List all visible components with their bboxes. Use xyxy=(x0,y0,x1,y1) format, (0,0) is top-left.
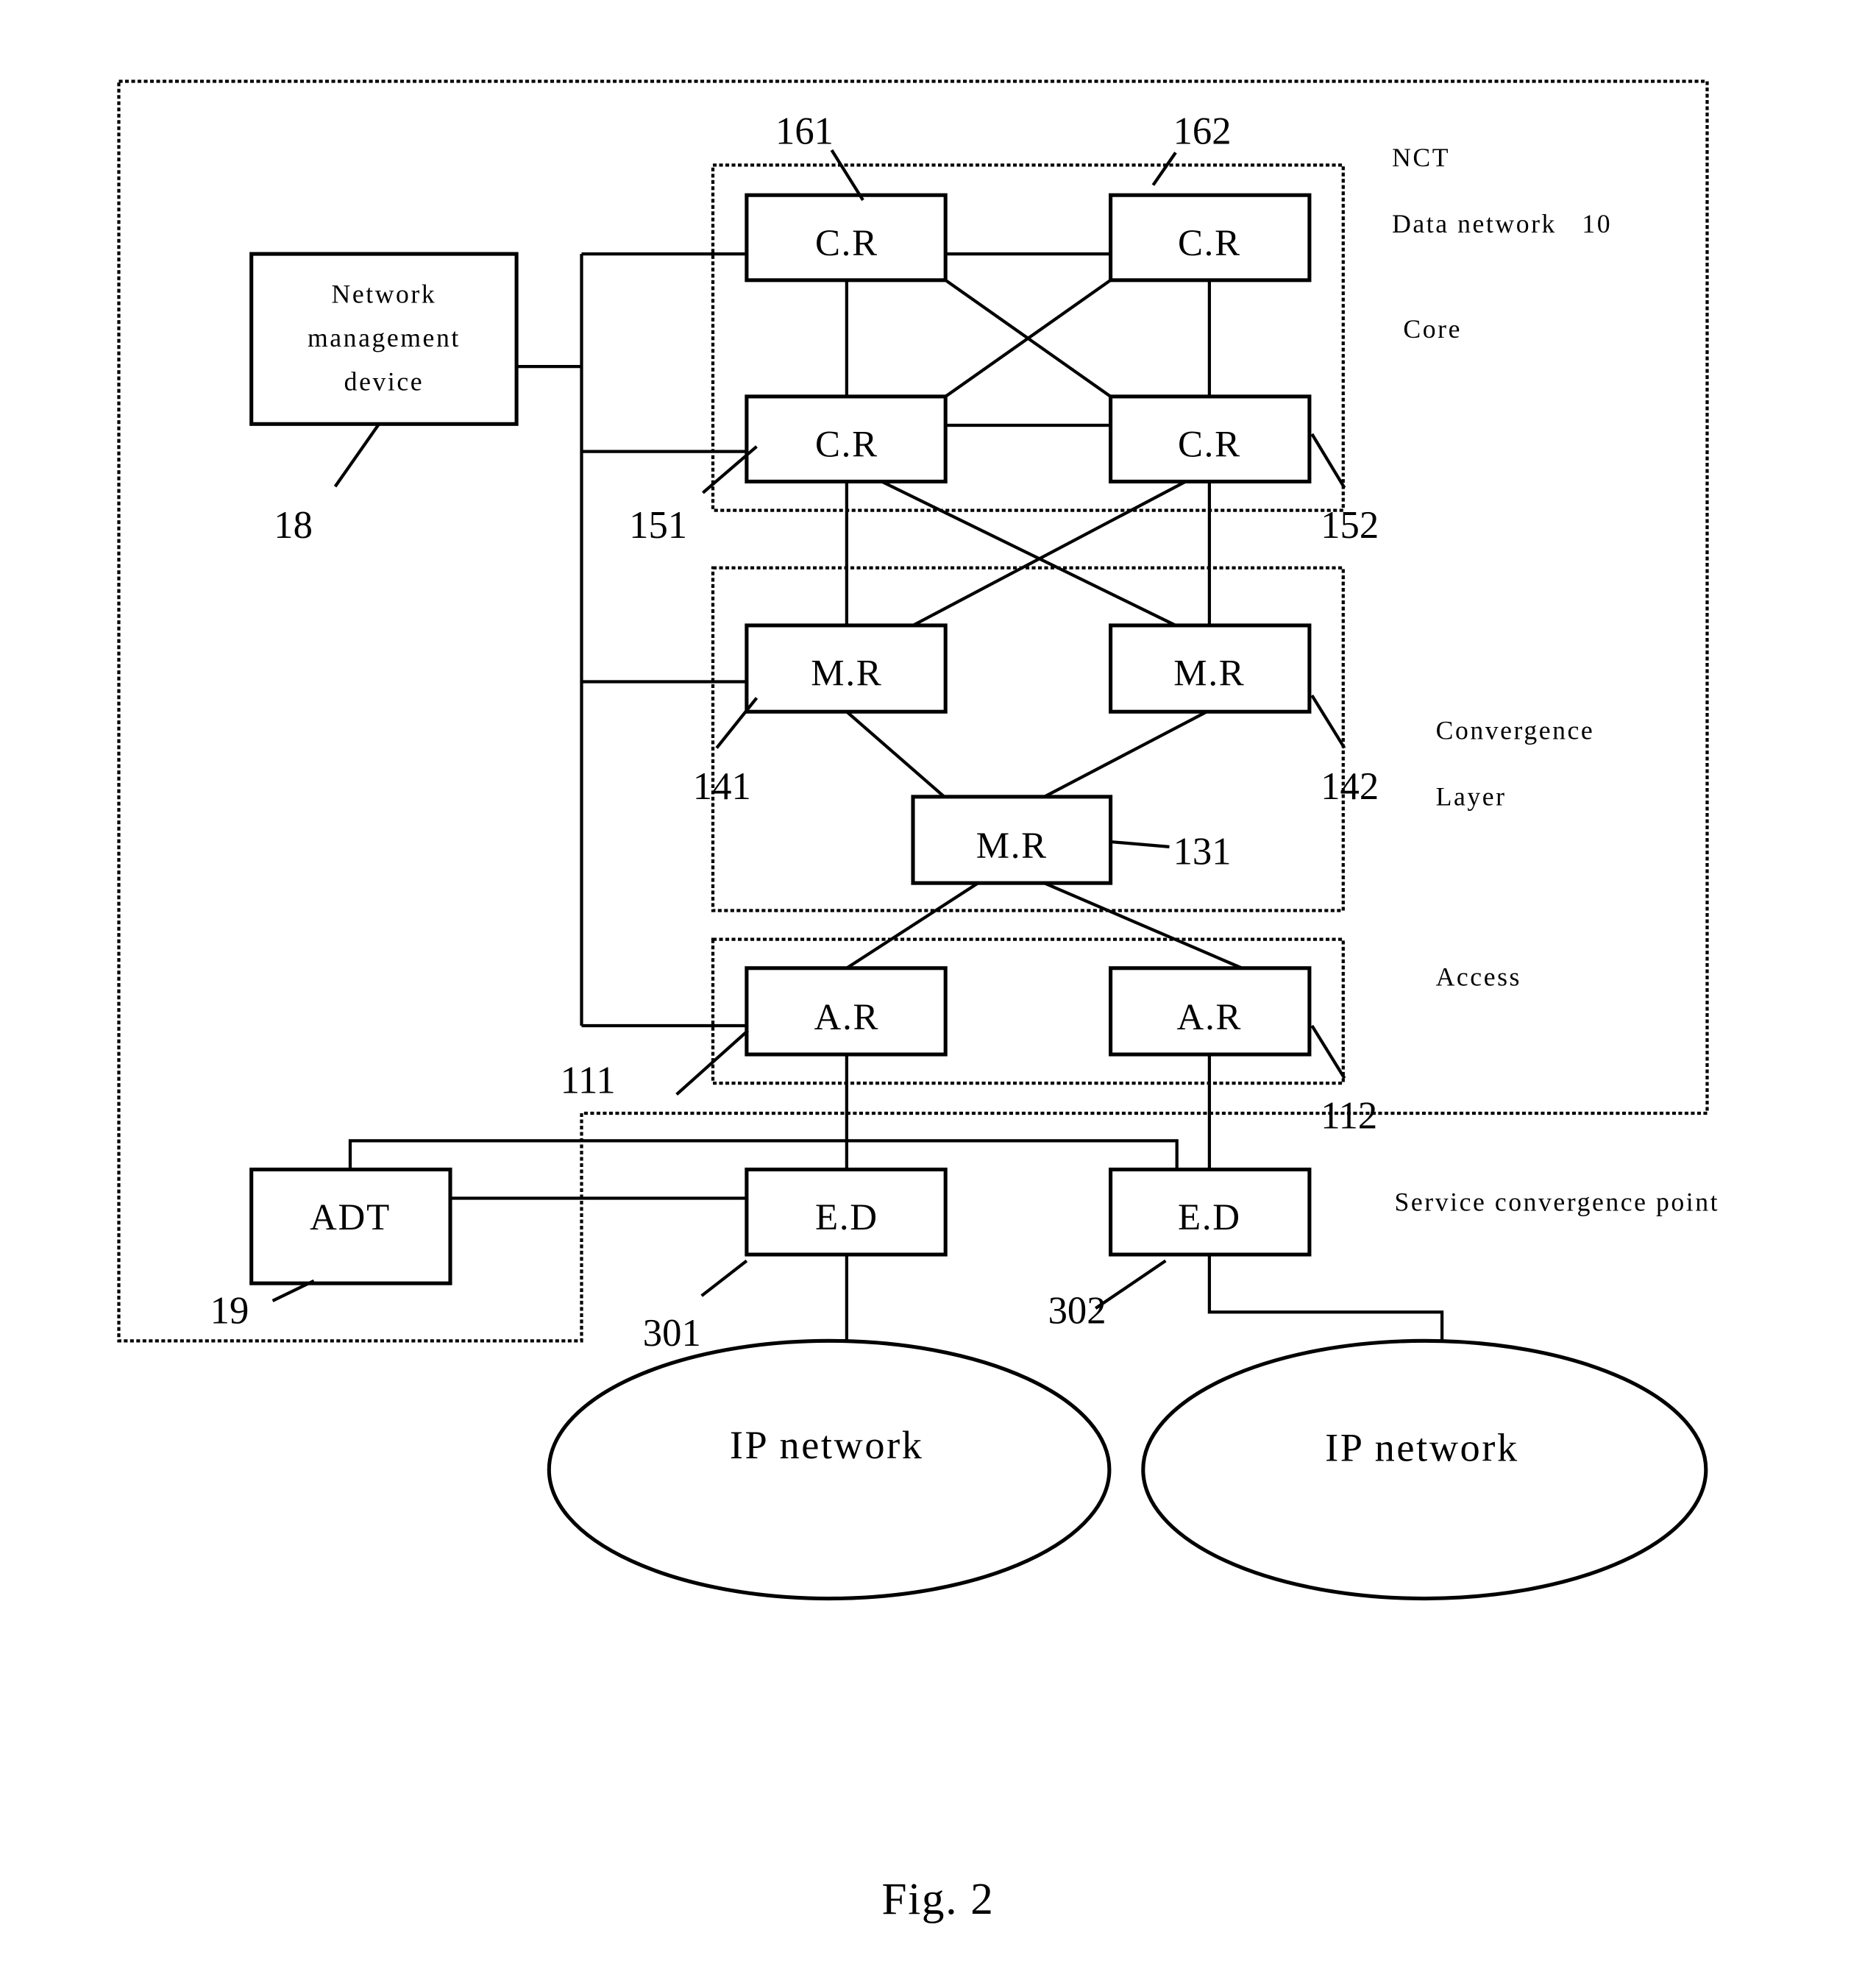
node-label: M.R xyxy=(1173,653,1245,695)
nct-label: NCT xyxy=(1392,143,1450,172)
ip-network-1[interactable]: IP network xyxy=(547,1338,1112,1601)
access-router-112[interactable]: A.R xyxy=(1109,966,1312,1057)
data-network-label: Data network 10 xyxy=(1392,209,1612,238)
ref-151: 151 xyxy=(629,504,687,547)
node-label: C.R xyxy=(815,223,878,264)
node-label: A.R xyxy=(1177,997,1243,1038)
ref-162: 162 xyxy=(1173,110,1232,152)
ip-network-2[interactable]: IP network xyxy=(1141,1338,1708,1601)
ref-142: 142 xyxy=(1321,765,1379,808)
ref-18: 18 xyxy=(274,504,313,547)
nmd-line-3: device xyxy=(344,366,424,396)
service-convergence-point-label: Service convergence point xyxy=(1395,1188,1720,1217)
figure-caption: Fig. 2 xyxy=(881,1874,994,1924)
convergence-label: Convergence xyxy=(1436,716,1595,745)
ref-141: 141 xyxy=(693,765,751,808)
ref-301: 301 xyxy=(643,1312,701,1355)
node-label: A.R xyxy=(814,997,880,1038)
middle-router-142[interactable]: M.R xyxy=(1109,623,1312,714)
ref-111: 111 xyxy=(561,1060,616,1102)
core-label: Core xyxy=(1403,314,1462,344)
ref-161: 161 xyxy=(775,110,834,152)
core-router-161[interactable]: C.R xyxy=(745,193,948,283)
network-management-device[interactable]: Network management device xyxy=(249,252,519,426)
nmd-line-1: Network xyxy=(332,279,437,308)
ip-network-label: IP network xyxy=(730,1423,924,1467)
core-router-152[interactable]: C.R xyxy=(1109,394,1312,484)
ip-network-label: IP network xyxy=(1325,1426,1519,1470)
access-router-111[interactable]: A.R xyxy=(745,966,948,1057)
middle-router-131[interactable]: M.R xyxy=(911,795,1113,885)
node-label: C.R xyxy=(1178,223,1241,264)
node-label: M.R xyxy=(811,653,882,695)
nmd-line-2: management xyxy=(308,323,461,352)
node-label: ADT xyxy=(310,1197,391,1238)
node-label: E.D xyxy=(815,1197,878,1238)
ref-131: 131 xyxy=(1173,831,1232,873)
access-label: Access xyxy=(1436,962,1521,992)
ref-112: 112 xyxy=(1321,1094,1377,1137)
adt-device[interactable]: ADT xyxy=(249,1167,452,1285)
ref-302: 302 xyxy=(1048,1290,1106,1333)
layer-label: Layer xyxy=(1436,782,1507,812)
core-router-162[interactable]: C.R xyxy=(1109,193,1312,283)
edge-device-301[interactable]: E.D xyxy=(745,1167,948,1257)
edge-device-302[interactable]: E.D xyxy=(1109,1167,1312,1257)
node-label: C.R xyxy=(815,424,878,465)
ref-152: 152 xyxy=(1321,504,1379,547)
node-label: M.R xyxy=(976,826,1048,867)
ref-19: 19 xyxy=(210,1290,249,1333)
middle-router-141[interactable]: M.R xyxy=(745,623,948,714)
network-diagram: Network management device C.R C.R C.R C.… xyxy=(117,79,1720,1924)
node-label: E.D xyxy=(1178,1197,1241,1238)
node-label: C.R xyxy=(1178,424,1241,465)
core-router-151[interactable]: C.R xyxy=(745,394,948,484)
